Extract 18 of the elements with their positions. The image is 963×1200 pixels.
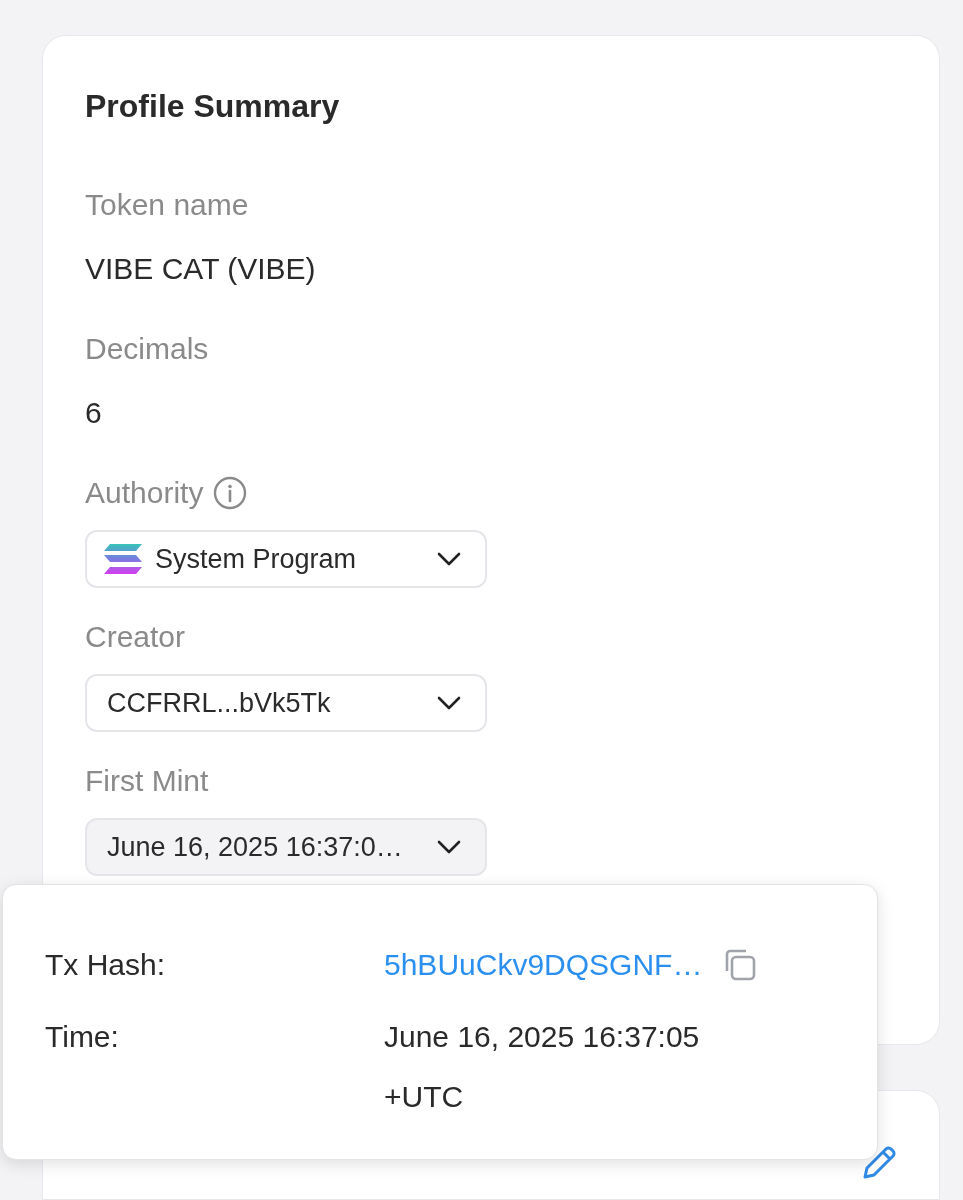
detail-label: Tx Hash:	[45, 947, 167, 983]
detail-label: Time:	[45, 1019, 120, 1055]
field-label: Creator	[85, 619, 186, 655]
detail-value: June 16, 2025 16:37:05 +UTC	[384, 1019, 701, 1115]
field-value: VIBE CAT (VIBE)	[85, 251, 317, 287]
field-label: First Mint	[85, 763, 209, 799]
chevron-down-icon	[437, 840, 461, 854]
chevron-down-icon	[437, 552, 461, 566]
info-icon[interactable]	[213, 476, 248, 510]
dropdown[interactable]: System Program	[85, 530, 487, 588]
field-label: Authority	[85, 475, 204, 511]
field-value: 6	[85, 395, 103, 431]
card-title: Profile Summary	[85, 87, 341, 126]
dropdown[interactable]: CCFRRL...bVk5Tk	[85, 674, 487, 732]
dropdown[interactable]: June 16, 2025 16:37:0…	[85, 818, 487, 876]
field-label: Decimals	[85, 331, 209, 367]
field-label: Token name	[85, 187, 249, 223]
chevron-down-icon	[437, 696, 461, 710]
